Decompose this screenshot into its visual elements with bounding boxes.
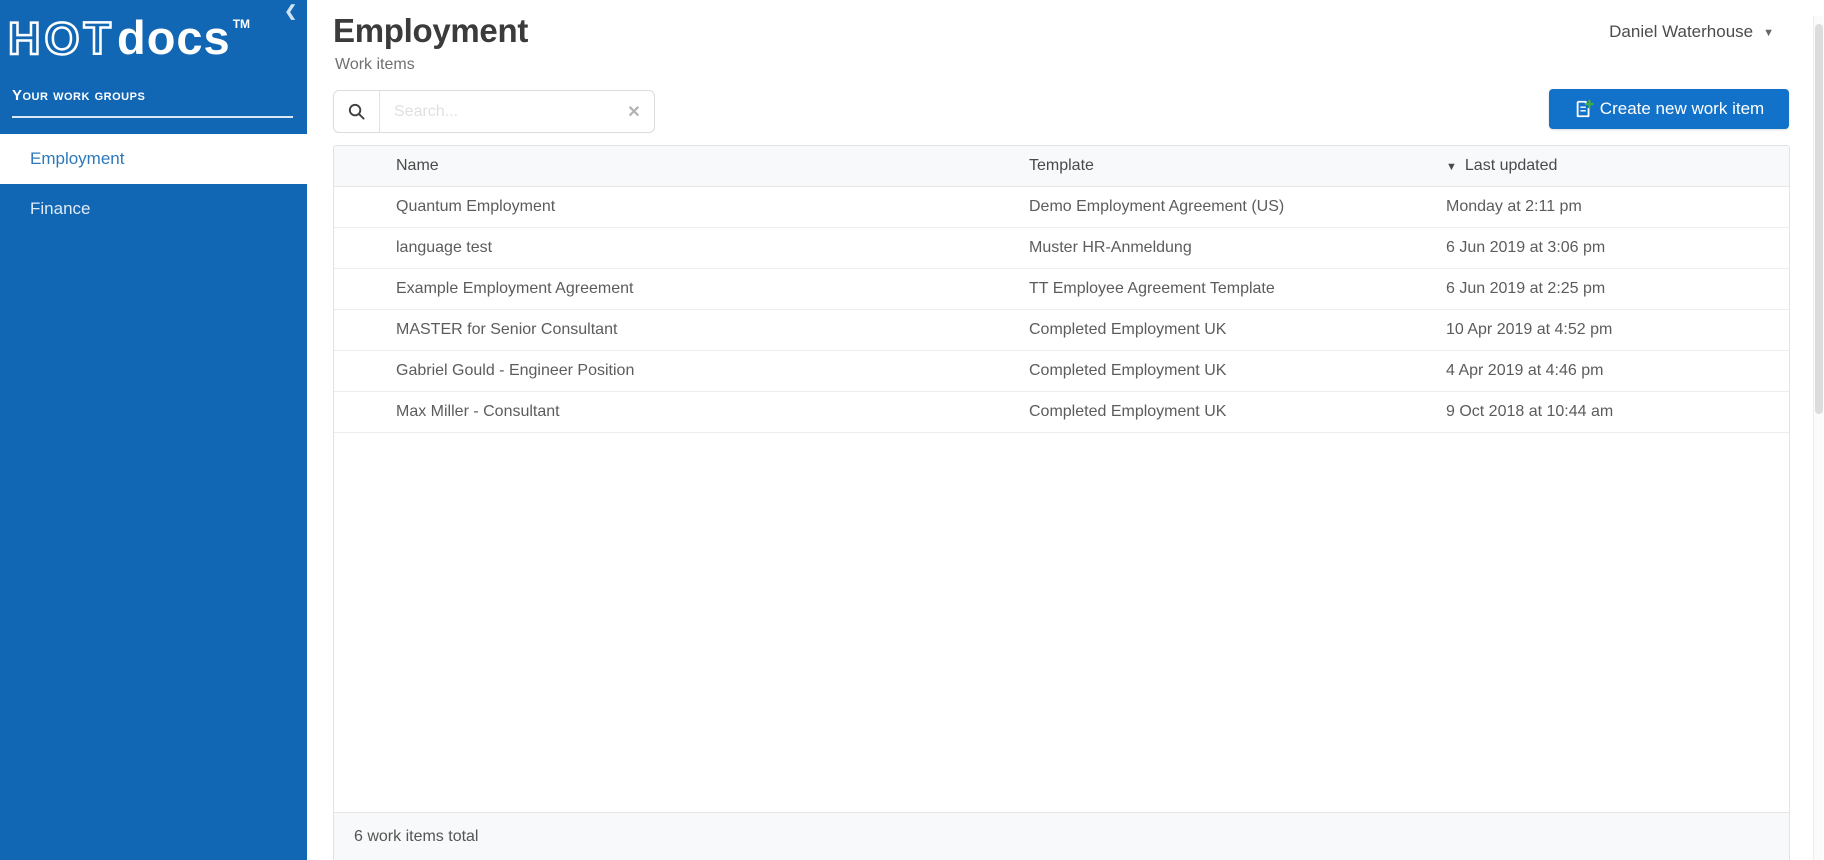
work-items-panel: Name Template ▼ Last updated Quantum Emp… [333,145,1790,860]
table-row[interactable]: Quantum Employment Demo Employment Agree… [334,187,1789,228]
clear-search-icon[interactable]: ✕ [614,102,654,122]
logo-trademark: TM [233,17,250,31]
create-work-item-button[interactable]: Create new work item [1549,89,1789,129]
search-input[interactable] [380,91,614,132]
work-item-last-updated: 9 Oct 2018 at 10:44 am [1446,403,1789,421]
work-item-template: Completed Employment UK [1029,321,1446,339]
table-row[interactable]: Max Miller - Consultant Completed Employ… [334,392,1789,433]
table-row[interactable]: MASTER for Senior Consultant Completed E… [334,310,1789,351]
sidebar-item-finance[interactable]: Finance [0,184,307,234]
create-work-item-label: Create new work item [1600,99,1764,119]
column-header-name[interactable]: Name [334,157,1029,175]
work-item-name: Gabriel Gould - Engineer Position [334,362,1029,380]
work-item-template: TT Employee Agreement Template [1029,280,1446,298]
chevron-down-icon: ▼ [1763,25,1774,39]
work-item-last-updated: 10 Apr 2019 at 4:52 pm [1446,321,1789,339]
search-icon [334,91,380,132]
table-header-row: Name Template ▼ Last updated [334,146,1789,187]
page-scrollbar-thumb[interactable] [1815,24,1823,414]
column-header-template[interactable]: Template [1029,157,1446,175]
search-box: ✕ [333,90,655,133]
table-row[interactable]: language test Muster HR-Anmeldung 6 Jun … [334,228,1789,269]
page-title: Employment [333,12,528,50]
work-item-template: Completed Employment UK [1029,362,1446,380]
column-header-last-updated[interactable]: ▼ Last updated [1446,157,1789,175]
work-groups-list: Employment Finance [0,134,307,234]
work-item-name: MASTER for Senior Consultant [334,321,1029,339]
work-item-name: language test [334,239,1029,257]
page-scrollbar-track [1813,16,1823,860]
table-row[interactable]: Example Employment Agreement TT Employee… [334,269,1789,310]
table-empty-space [334,433,1789,812]
work-item-template: Completed Employment UK [1029,403,1446,421]
table-footer: 6 work items total [334,812,1789,860]
main-content: Employment Work items Daniel Waterhouse … [307,0,1824,860]
sidebar-item-label: Employment [30,149,124,169]
logo-text-docs: docs [117,11,231,64]
work-item-name: Example Employment Agreement [334,280,1029,298]
user-name: Daniel Waterhouse [1609,22,1753,42]
work-item-last-updated: Monday at 2:11 pm [1446,198,1789,216]
work-item-name: Quantum Employment [334,198,1029,216]
work-item-name: Max Miller - Consultant [334,403,1029,421]
table-row[interactable]: Gabriel Gould - Engineer Position Comple… [334,351,1789,392]
work-item-last-updated: 6 Jun 2019 at 3:06 pm [1446,239,1789,257]
work-item-last-updated: 6 Jun 2019 at 2:25 pm [1446,280,1789,298]
page-subtitle: Work items [335,56,415,74]
create-work-item-icon [1574,99,1594,119]
user-menu[interactable]: Daniel Waterhouse ▼ [1609,22,1774,42]
collapse-sidebar-icon[interactable]: ❮ [284,4,297,19]
work-items-total: 6 work items total [354,828,478,846]
sidebar: ❮ HOTdocsTM Your work groups Employment … [0,0,307,860]
work-item-template: Muster HR-Anmeldung [1029,239,1446,257]
work-groups-section-label: Your work groups [12,87,293,118]
sort-descending-icon: ▼ [1446,160,1457,173]
work-item-template: Demo Employment Agreement (US) [1029,198,1446,216]
sidebar-item-label: Finance [30,199,90,219]
work-item-last-updated: 4 Apr 2019 at 4:46 pm [1446,362,1789,380]
hotdocs-logo: HOTdocsTM [0,0,307,65]
sidebar-item-employment[interactable]: Employment [0,134,307,184]
logo-text-hot: HOT [8,13,115,64]
